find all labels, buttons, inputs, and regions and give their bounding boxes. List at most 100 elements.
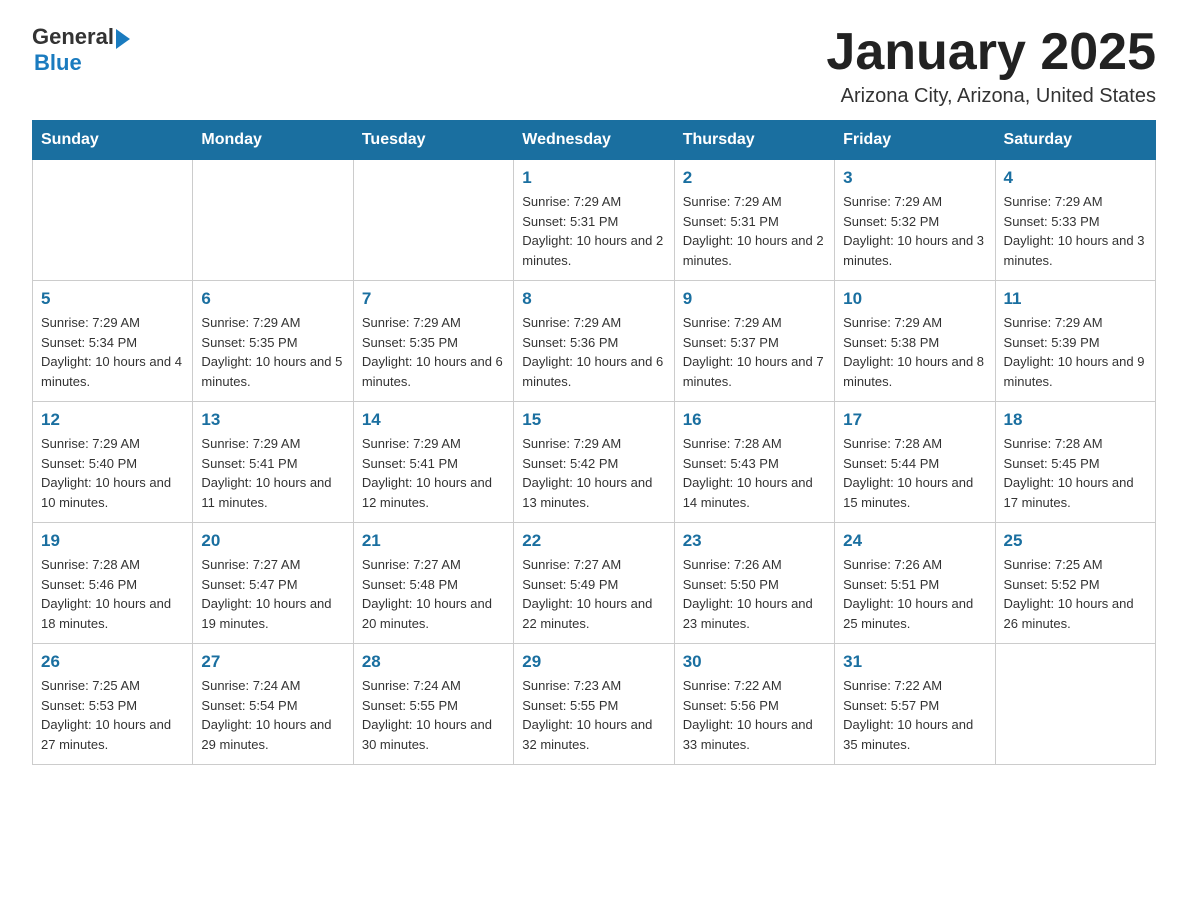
day-info: Sunrise: 7:29 AM Sunset: 5:42 PM Dayligh…: [522, 434, 665, 512]
logo: General Blue: [32, 24, 130, 76]
day-info: Sunrise: 7:24 AM Sunset: 5:55 PM Dayligh…: [362, 676, 505, 754]
day-info: Sunrise: 7:29 AM Sunset: 5:31 PM Dayligh…: [683, 192, 826, 270]
day-cell: 7 Sunrise: 7:29 AM Sunset: 5:35 PM Daylig…: [353, 281, 513, 402]
day-number: 17: [843, 410, 986, 430]
day-cell: 12 Sunrise: 7:29 AM Sunset: 5:40 PM Dayli…: [33, 402, 193, 523]
day-cell: 31 Sunrise: 7:22 AM Sunset: 5:57 PM Dayli…: [835, 644, 995, 765]
day-info: Sunrise: 7:29 AM Sunset: 5:35 PM Dayligh…: [201, 313, 344, 391]
day-info: Sunrise: 7:28 AM Sunset: 5:46 PM Dayligh…: [41, 555, 184, 633]
day-info: Sunrise: 7:29 AM Sunset: 5:34 PM Dayligh…: [41, 313, 184, 391]
day-cell: 11 Sunrise: 7:29 AM Sunset: 5:39 PM Dayli…: [995, 281, 1155, 402]
day-info: Sunrise: 7:27 AM Sunset: 5:49 PM Dayligh…: [522, 555, 665, 633]
day-number: 1: [522, 168, 665, 188]
day-of-week-header: Thursday: [674, 121, 834, 160]
day-info: Sunrise: 7:28 AM Sunset: 5:44 PM Dayligh…: [843, 434, 986, 512]
day-number: 3: [843, 168, 986, 188]
day-info: Sunrise: 7:29 AM Sunset: 5:36 PM Dayligh…: [522, 313, 665, 391]
day-of-week-header: Saturday: [995, 121, 1155, 160]
day-of-week-header: Monday: [193, 121, 353, 160]
day-info: Sunrise: 7:29 AM Sunset: 5:35 PM Dayligh…: [362, 313, 505, 391]
day-cell: 20 Sunrise: 7:27 AM Sunset: 5:47 PM Dayli…: [193, 523, 353, 644]
day-cell: [193, 160, 353, 281]
day-of-week-header: Friday: [835, 121, 995, 160]
calendar-table: SundayMondayTuesdayWednesdayThursdayFrid…: [32, 120, 1156, 765]
day-cell: 25Sunrise: 7:25 AM Sunset: 5:52 PM Dayli…: [995, 523, 1155, 644]
day-number: 11: [1004, 289, 1147, 309]
day-info: Sunrise: 7:27 AM Sunset: 5:47 PM Dayligh…: [201, 555, 344, 633]
day-cell: 5 Sunrise: 7:29 AM Sunset: 5:34 PM Daylig…: [33, 281, 193, 402]
week-row: 12 Sunrise: 7:29 AM Sunset: 5:40 PM Dayli…: [33, 402, 1156, 523]
day-number: 15: [522, 410, 665, 430]
day-number: 9: [683, 289, 826, 309]
day-cell: 15 Sunrise: 7:29 AM Sunset: 5:42 PM Dayli…: [514, 402, 674, 523]
day-cell: 28 Sunrise: 7:24 AM Sunset: 5:55 PM Dayli…: [353, 644, 513, 765]
day-number: 7: [362, 289, 505, 309]
week-row: 1 Sunrise: 7:29 AM Sunset: 5:31 PM Daylig…: [33, 160, 1156, 281]
day-cell: 27 Sunrise: 7:24 AM Sunset: 5:54 PM Dayli…: [193, 644, 353, 765]
title-block: January 2025 Arizona City, Arizona, Unit…: [826, 24, 1156, 108]
day-number: 2: [683, 168, 826, 188]
day-number: 24: [843, 531, 986, 551]
day-cell: 16 Sunrise: 7:28 AM Sunset: 5:43 PM Dayli…: [674, 402, 834, 523]
day-info: Sunrise: 7:26 AM Sunset: 5:50 PM Dayligh…: [683, 555, 826, 633]
day-info: Sunrise: 7:29 AM Sunset: 5:32 PM Dayligh…: [843, 192, 986, 270]
day-cell: 9 Sunrise: 7:29 AM Sunset: 5:37 PM Daylig…: [674, 281, 834, 402]
week-row: 26 Sunrise: 7:25 AM Sunset: 5:53 PM Dayli…: [33, 644, 1156, 765]
day-cell: 13 Sunrise: 7:29 AM Sunset: 5:41 PM Dayli…: [193, 402, 353, 523]
day-number: 16: [683, 410, 826, 430]
day-cell: 24Sunrise: 7:26 AM Sunset: 5:51 PM Dayli…: [835, 523, 995, 644]
day-cell: 30Sunrise: 7:22 AM Sunset: 5:56 PM Dayli…: [674, 644, 834, 765]
day-number: 22: [522, 531, 665, 551]
day-info: Sunrise: 7:24 AM Sunset: 5:54 PM Dayligh…: [201, 676, 344, 754]
day-number: 5: [41, 289, 184, 309]
day-of-week-header: Tuesday: [353, 121, 513, 160]
day-cell: 1 Sunrise: 7:29 AM Sunset: 5:31 PM Daylig…: [514, 160, 674, 281]
day-cell: 2 Sunrise: 7:29 AM Sunset: 5:31 PM Daylig…: [674, 160, 834, 281]
calendar-title: January 2025: [826, 24, 1156, 81]
day-number: 18: [1004, 410, 1147, 430]
day-info: Sunrise: 7:22 AM Sunset: 5:56 PM Dayligh…: [683, 676, 826, 754]
day-cell: 26 Sunrise: 7:25 AM Sunset: 5:53 PM Dayli…: [33, 644, 193, 765]
day-number: 8: [522, 289, 665, 309]
day-info: Sunrise: 7:29 AM Sunset: 5:38 PM Dayligh…: [843, 313, 986, 391]
day-number: 4: [1004, 168, 1147, 188]
day-number: 14: [362, 410, 505, 430]
day-number: 23: [683, 531, 826, 551]
day-number: 29: [522, 652, 665, 672]
day-info: Sunrise: 7:27 AM Sunset: 5:48 PM Dayligh…: [362, 555, 505, 633]
day-info: Sunrise: 7:28 AM Sunset: 5:45 PM Dayligh…: [1004, 434, 1147, 512]
day-number: 25: [1004, 531, 1147, 551]
day-cell: 4Sunrise: 7:29 AM Sunset: 5:33 PM Daylig…: [995, 160, 1155, 281]
day-number: 26: [41, 652, 184, 672]
day-number: 20: [201, 531, 344, 551]
day-cell: 8 Sunrise: 7:29 AM Sunset: 5:36 PM Daylig…: [514, 281, 674, 402]
calendar-subtitle: Arizona City, Arizona, United States: [826, 85, 1156, 108]
day-info: Sunrise: 7:29 AM Sunset: 5:37 PM Dayligh…: [683, 313, 826, 391]
day-of-week-header: Sunday: [33, 121, 193, 160]
week-row: 5 Sunrise: 7:29 AM Sunset: 5:34 PM Daylig…: [33, 281, 1156, 402]
day-number: 31: [843, 652, 986, 672]
day-info: Sunrise: 7:23 AM Sunset: 5:55 PM Dayligh…: [522, 676, 665, 754]
day-cell: 17 Sunrise: 7:28 AM Sunset: 5:44 PM Dayli…: [835, 402, 995, 523]
day-info: Sunrise: 7:28 AM Sunset: 5:43 PM Dayligh…: [683, 434, 826, 512]
day-cell: [995, 644, 1155, 765]
day-number: 19: [41, 531, 184, 551]
day-info: Sunrise: 7:29 AM Sunset: 5:40 PM Dayligh…: [41, 434, 184, 512]
day-number: 28: [362, 652, 505, 672]
day-cell: 22 Sunrise: 7:27 AM Sunset: 5:49 PM Dayli…: [514, 523, 674, 644]
day-info: Sunrise: 7:29 AM Sunset: 5:41 PM Dayligh…: [201, 434, 344, 512]
day-number: 21: [362, 531, 505, 551]
day-number: 10: [843, 289, 986, 309]
day-info: Sunrise: 7:25 AM Sunset: 5:53 PM Dayligh…: [41, 676, 184, 754]
day-info: Sunrise: 7:29 AM Sunset: 5:39 PM Dayligh…: [1004, 313, 1147, 391]
day-cell: 6 Sunrise: 7:29 AM Sunset: 5:35 PM Daylig…: [193, 281, 353, 402]
day-number: 27: [201, 652, 344, 672]
day-info: Sunrise: 7:22 AM Sunset: 5:57 PM Dayligh…: [843, 676, 986, 754]
day-number: 12: [41, 410, 184, 430]
day-info: Sunrise: 7:29 AM Sunset: 5:31 PM Dayligh…: [522, 192, 665, 270]
logo-blue: Blue: [34, 50, 82, 76]
day-number: 6: [201, 289, 344, 309]
day-cell: 3 Sunrise: 7:29 AM Sunset: 5:32 PM Daylig…: [835, 160, 995, 281]
days-header-row: SundayMondayTuesdayWednesdayThursdayFrid…: [33, 121, 1156, 160]
day-number: 13: [201, 410, 344, 430]
